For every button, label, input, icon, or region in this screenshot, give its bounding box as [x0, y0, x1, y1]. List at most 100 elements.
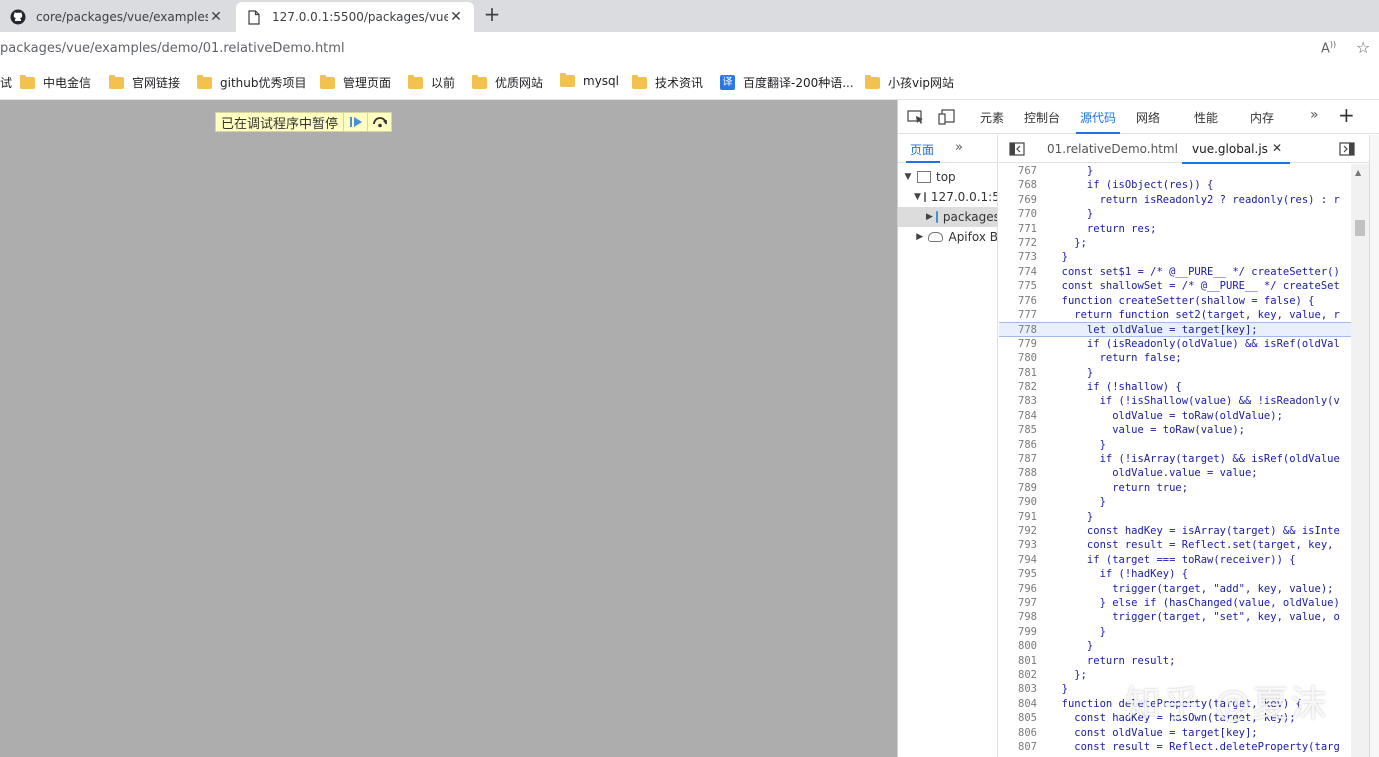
paused-code-line[interactable]: 778 let oldValue = target[key];	[999, 322, 1351, 337]
line-number[interactable]: 800	[999, 639, 1041, 653]
code-line[interactable]: 767 }	[999, 164, 1351, 178]
editor-tab-html[interactable]: 01.relativeDemo.html	[1047, 142, 1178, 156]
line-number[interactable]: 789	[999, 481, 1041, 495]
line-number[interactable]: 784	[999, 409, 1041, 423]
resume-button[interactable]	[343, 113, 367, 131]
bookmark-item[interactable]: 中电金信	[20, 74, 91, 91]
line-number[interactable]: 781	[999, 366, 1041, 380]
bookmark-item[interactable]: 试	[0, 74, 12, 91]
code-line[interactable]: 807 const result = Reflect.deletePropert…	[999, 740, 1351, 754]
line-number[interactable]: 798	[999, 610, 1041, 624]
code-line[interactable]: 771 return res;	[999, 222, 1351, 236]
code-line[interactable]: 770 }	[999, 207, 1351, 221]
editor-tab-js[interactable]: vue.global.js	[1182, 142, 1290, 164]
code-line[interactable]: 800 }	[999, 639, 1351, 653]
tab-performance[interactable]: 性能	[1194, 109, 1218, 126]
tab-network[interactable]: 网络	[1136, 109, 1160, 126]
line-number[interactable]: 795	[999, 567, 1041, 581]
line-number[interactable]: 776	[999, 294, 1041, 308]
code-line[interactable]: 781 }	[999, 366, 1351, 380]
tree-item-top[interactable]: ▼ top	[898, 167, 997, 187]
tree-item-host[interactable]: ▼ 127.0.0.1:5500	[898, 187, 997, 207]
line-number[interactable]: 803	[999, 682, 1041, 696]
close-tab-icon[interactable]: ✕	[448, 9, 464, 25]
add-tool-plus-icon[interactable]: +	[1338, 103, 1355, 127]
line-number[interactable]: 791	[999, 510, 1041, 524]
line-number[interactable]: 797	[999, 596, 1041, 610]
line-number[interactable]: 806	[999, 726, 1041, 740]
inspect-element-icon[interactable]	[907, 109, 925, 125]
code-line[interactable]: 782 if (!shallow) {	[999, 380, 1351, 394]
tab-sources[interactable]: 源代码	[1075, 109, 1121, 134]
code-line[interactable]: 790 }	[999, 495, 1351, 509]
code-line[interactable]: 788 oldValue.value = value;	[999, 466, 1351, 480]
line-number[interactable]: 805	[999, 711, 1041, 725]
line-number[interactable]: 783	[999, 394, 1041, 408]
line-number[interactable]: 770	[999, 207, 1041, 221]
code-line[interactable]: 779 if (isReadonly(oldValue) && isRef(ol…	[999, 337, 1351, 351]
bookmark-item[interactable]: 以前	[408, 74, 455, 91]
line-number[interactable]: 768	[999, 178, 1041, 192]
editor-scrollbar[interactable]: ▲	[1351, 164, 1369, 757]
line-number[interactable]: 787	[999, 452, 1041, 466]
line-number[interactable]: 774	[999, 265, 1041, 279]
code-line[interactable]: 791 }	[999, 510, 1351, 524]
device-toolbar-icon[interactable]	[938, 109, 956, 125]
favorite-star-icon[interactable]: ☆	[1356, 38, 1370, 57]
code-line[interactable]: 774 const set$1 = /* @__PURE__ */ create…	[999, 265, 1351, 279]
scrollbar-thumb[interactable]	[1355, 220, 1365, 236]
browser-tab-github[interactable]: core/packages/vue/examples at main ✕	[0, 2, 234, 32]
code-line[interactable]: 784 oldValue = toRaw(oldValue);	[999, 409, 1351, 423]
line-number[interactable]: 778	[999, 323, 1041, 337]
line-number[interactable]: 769	[999, 193, 1041, 207]
code-line[interactable]: 806 const oldValue = target[key];	[999, 726, 1351, 740]
code-line[interactable]: 777 return function set2(target, key, va…	[999, 308, 1351, 322]
more-chevron-icon[interactable]: »	[955, 140, 963, 155]
tab-page[interactable]: 页面	[905, 141, 941, 163]
code-line[interactable]: 799 }	[999, 625, 1351, 639]
more-tabs-chevron-icon[interactable]: »	[1310, 107, 1319, 123]
line-number[interactable]: 799	[999, 625, 1041, 639]
scroll-up-icon[interactable]: ▲	[1355, 168, 1361, 177]
code-line[interactable]: 772 };	[999, 236, 1351, 250]
line-number[interactable]: 782	[999, 380, 1041, 394]
code-line[interactable]: 789 return true;	[999, 481, 1351, 495]
line-number[interactable]: 780	[999, 351, 1041, 365]
code-line[interactable]: 798 trigger(target, "set", key, value, o	[999, 610, 1351, 624]
line-number[interactable]: 779	[999, 337, 1041, 351]
tree-item-apifox[interactable]: ▶ Apifox B	[898, 227, 997, 247]
line-number[interactable]: 777	[999, 308, 1041, 322]
close-editor-tab-icon[interactable]: ✕	[1272, 141, 1282, 155]
line-number[interactable]: 796	[999, 582, 1041, 596]
toggle-navigator-icon[interactable]	[1009, 142, 1027, 158]
code-line[interactable]: 786 }	[999, 438, 1351, 452]
new-tab-plus-icon[interactable]: +	[480, 3, 504, 27]
bookmark-item[interactable]: github优秀项目	[197, 74, 307, 91]
bookmark-item[interactable]: 优质网站	[472, 74, 543, 91]
code-line[interactable]: 775 const shallowSet = /* @__PURE__ */ c…	[999, 279, 1351, 293]
collapsed-triangle-icon[interactable]: ▶	[926, 212, 933, 222]
code-line[interactable]: 780 return false;	[999, 351, 1351, 365]
browser-tab-localhost[interactable]: 127.0.0.1:5500/packages/vue/examples/dem…	[236, 2, 474, 32]
code-line[interactable]: 793 const result = Reflect.set(target, k…	[999, 538, 1351, 552]
code-line[interactable]: 796 trigger(target, "add", key, value);	[999, 582, 1351, 596]
close-tab-icon[interactable]: ✕	[208, 9, 224, 25]
code-line[interactable]: 801 return result;	[999, 654, 1351, 668]
bookmark-item[interactable]: 译百度翻译-200种语...	[720, 74, 854, 91]
code-line[interactable]: 768 if (isObject(res)) {	[999, 178, 1351, 192]
line-number[interactable]: 773	[999, 250, 1041, 264]
tree-item-packages[interactable]: ▶ packages	[898, 207, 997, 227]
bookmark-item[interactable]: 管理页面	[320, 74, 391, 91]
expanded-triangle-icon[interactable]: ▼	[914, 192, 921, 202]
bookmark-item[interactable]: 技术资讯	[632, 74, 703, 91]
tab-elements[interactable]: 元素	[980, 109, 1004, 126]
code-line[interactable]: 787 if (!isArray(target) && isRef(oldVal…	[999, 452, 1351, 466]
code-line[interactable]: 773 }	[999, 250, 1351, 264]
code-line[interactable]: 797 } else if (hasChanged(value, oldValu…	[999, 596, 1351, 610]
line-number[interactable]: 792	[999, 524, 1041, 538]
line-number[interactable]: 804	[999, 697, 1041, 711]
bookmark-item[interactable]: 小孩vip网站	[865, 74, 954, 91]
line-number[interactable]: 793	[999, 538, 1041, 552]
code-line[interactable]: 794 if (target === toRaw(receiver)) {	[999, 553, 1351, 567]
tab-memory[interactable]: 内存	[1250, 109, 1274, 126]
